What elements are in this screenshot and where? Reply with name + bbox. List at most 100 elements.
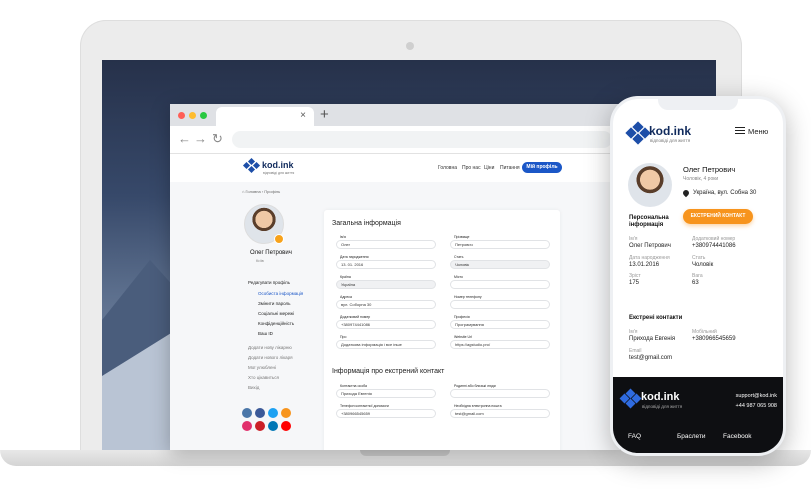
country-select[interactable]: Україна bbox=[336, 280, 436, 289]
extra-phone-input[interactable]: +380974441086 bbox=[336, 320, 436, 329]
phone-weight-value: 63 bbox=[692, 280, 699, 286]
phone-birth-label: Дата народження bbox=[629, 255, 670, 261]
website-input[interactable]: https://agstudio.pro/ bbox=[450, 340, 550, 349]
contact-person-input[interactable]: Прихода Евгенія bbox=[336, 389, 436, 398]
phone-contact-name-label: Ім'я bbox=[629, 329, 638, 335]
my-profile-button[interactable]: Мій профіль bbox=[522, 162, 562, 173]
camera-icon[interactable] bbox=[274, 234, 284, 244]
site-tagline: відповіді для життя bbox=[263, 171, 295, 175]
phone-gender-value: Чоловік bbox=[692, 262, 714, 268]
personal-info-title: Персональна інформація bbox=[629, 215, 669, 228]
sidebar-item[interactable]: Додати нову лікарню bbox=[248, 345, 292, 350]
reload-icon[interactable]: ↻ bbox=[212, 131, 223, 147]
facebook-icon[interactable] bbox=[255, 408, 265, 418]
odnoklassniki-icon[interactable] bbox=[281, 408, 291, 418]
nav-home[interactable]: Головна bbox=[438, 165, 457, 171]
maximize-window-dot[interactable] bbox=[200, 112, 207, 119]
pinterest-icon[interactable] bbox=[255, 421, 265, 431]
phone-logo[interactable]: kod.ink bbox=[649, 124, 691, 138]
nav-questions[interactable]: Питання bbox=[500, 165, 520, 171]
sidebar-item[interactable]: Хто цікавиться bbox=[248, 375, 279, 380]
new-tab-icon[interactable]: + bbox=[320, 106, 329, 123]
nav-about[interactable]: Про нас bbox=[462, 165, 481, 171]
phone-name-value: Олег Петрович bbox=[629, 243, 671, 249]
phone-contact-name: Приходa Евгенія bbox=[629, 336, 676, 342]
sidebar-item[interactable]: Ваш ID bbox=[258, 331, 273, 336]
phone-extra-value: +380974441086 bbox=[692, 243, 736, 249]
breadcrumb[interactable]: ⌂ Головна › Профіль bbox=[242, 189, 280, 194]
sidebar-item[interactable]: Соціальні мережі bbox=[258, 311, 294, 316]
sidebar-item[interactable]: Особиста інформація bbox=[258, 291, 303, 296]
footer-email-link[interactable]: support@kod.ink bbox=[736, 393, 777, 399]
close-tab-icon[interactable]: × bbox=[300, 110, 306, 121]
profile-form: Загальна інформація Ім'я Олег Прізвище П… bbox=[324, 210, 560, 450]
sidebar-item[interactable]: Додати нового лікаря bbox=[248, 355, 293, 360]
site-header: kod.ink відповіді для життя Головна Про … bbox=[170, 154, 620, 182]
browser-tab-bar: × + bbox=[170, 104, 620, 126]
site-logo[interactable]: kod.ink bbox=[262, 160, 294, 170]
site-page: kod.ink відповіді для життя Головна Про … bbox=[170, 154, 620, 450]
phone-gender-label: Стать bbox=[692, 255, 706, 261]
contact-person-label: Контактна особа bbox=[340, 384, 368, 388]
laptop-notch bbox=[360, 450, 450, 456]
hamburger-icon[interactable] bbox=[735, 127, 745, 136]
contact-phone-input[interactable]: +380966545659 bbox=[336, 409, 436, 418]
birth-input[interactable]: 13. 01. 2016 bbox=[336, 260, 436, 269]
contact-email-label: Необхідна електронна пошта bbox=[454, 404, 502, 408]
footer-link-faq[interactable]: FAQ bbox=[628, 433, 641, 440]
youtube-icon[interactable] bbox=[281, 421, 291, 431]
linkedin-icon[interactable] bbox=[268, 421, 278, 431]
gender-label: Стать bbox=[454, 255, 464, 259]
minimize-window-dot[interactable] bbox=[189, 112, 196, 119]
footer-link-bracelets[interactable]: Браслети bbox=[677, 433, 706, 440]
laptop-camera bbox=[406, 42, 414, 50]
last-name-label: Прізвище bbox=[454, 235, 470, 239]
instagram-icon[interactable] bbox=[242, 421, 252, 431]
section-title-general: Загальна інформація bbox=[332, 220, 401, 227]
home-phone-input[interactable] bbox=[450, 300, 550, 309]
first-name-input[interactable]: Олег bbox=[336, 240, 436, 249]
relation-input[interactable] bbox=[450, 389, 550, 398]
profile-name: Олег Петрович bbox=[250, 250, 292, 256]
browser-tab[interactable]: × bbox=[216, 107, 314, 126]
sidebar-item[interactable]: Змінити пароль bbox=[258, 301, 290, 306]
sidebar-item[interactable]: Вихід bbox=[248, 385, 259, 390]
profession-label: Професія bbox=[454, 315, 470, 319]
address-input[interactable]: вул. Соборна 30 bbox=[336, 300, 436, 309]
footer-tagline: відповіді для життя bbox=[642, 404, 683, 409]
phone-menu-button[interactable]: Меню bbox=[748, 127, 768, 136]
sidebar-item[interactable]: Конфіденційність bbox=[258, 321, 294, 326]
footer-phone-link[interactable]: +44 987 065 908 bbox=[736, 403, 777, 409]
footer-logo[interactable]: kod.ink bbox=[641, 391, 680, 403]
phone-email-label: Email bbox=[629, 348, 642, 354]
forward-arrow-icon[interactable]: → bbox=[194, 131, 207, 146]
phone-footer: kod.ink відповіді для життя support@kod.… bbox=[613, 377, 783, 453]
vk-icon[interactable] bbox=[242, 408, 252, 418]
contact-email-input[interactable]: test@gmail.com bbox=[450, 409, 550, 418]
profession-input[interactable]: Програмування bbox=[450, 320, 550, 329]
back-arrow-icon[interactable]: ← bbox=[178, 131, 191, 146]
emergency-contact-button[interactable]: ЕКСТРЕНИЙ КОНТАКТ bbox=[683, 209, 753, 224]
about-input[interactable]: Додаткова інформація і все інше bbox=[336, 340, 436, 349]
contact-phone-label: Телефон контактної допомоги bbox=[340, 404, 389, 408]
footer-link-facebook[interactable]: Facebook bbox=[723, 433, 752, 440]
sidebar-item[interactable]: Редагувати профіль bbox=[248, 280, 290, 285]
gender-select[interactable]: Чоловік bbox=[450, 260, 550, 269]
sidebar-item[interactable]: Мої улюблені bbox=[248, 365, 276, 370]
phone-height-value: 175 bbox=[629, 280, 640, 286]
phone-height-label: Зріст bbox=[629, 273, 641, 279]
website-label: Website Url bbox=[454, 335, 473, 339]
emergency-contacts-title: Екстрені контакти bbox=[629, 315, 683, 321]
phone-avatar bbox=[628, 163, 672, 207]
city-input[interactable] bbox=[450, 280, 550, 289]
first-name-label: Ім'я bbox=[340, 235, 346, 239]
phone-mockup: kod.ink відповіді для життя Меню Олег Пе… bbox=[610, 96, 786, 456]
last-name-input[interactable]: Петрович bbox=[450, 240, 550, 249]
phone-mobile-label: Мобільний bbox=[692, 329, 717, 335]
twitter-icon[interactable] bbox=[268, 408, 278, 418]
phone-extra-label: Додатковий номер bbox=[692, 236, 736, 242]
close-window-dot[interactable] bbox=[178, 112, 185, 119]
address-bar[interactable] bbox=[232, 131, 612, 148]
nav-prices[interactable]: Ціни bbox=[484, 165, 494, 171]
home-phone-label: Номер телефону bbox=[454, 295, 482, 299]
